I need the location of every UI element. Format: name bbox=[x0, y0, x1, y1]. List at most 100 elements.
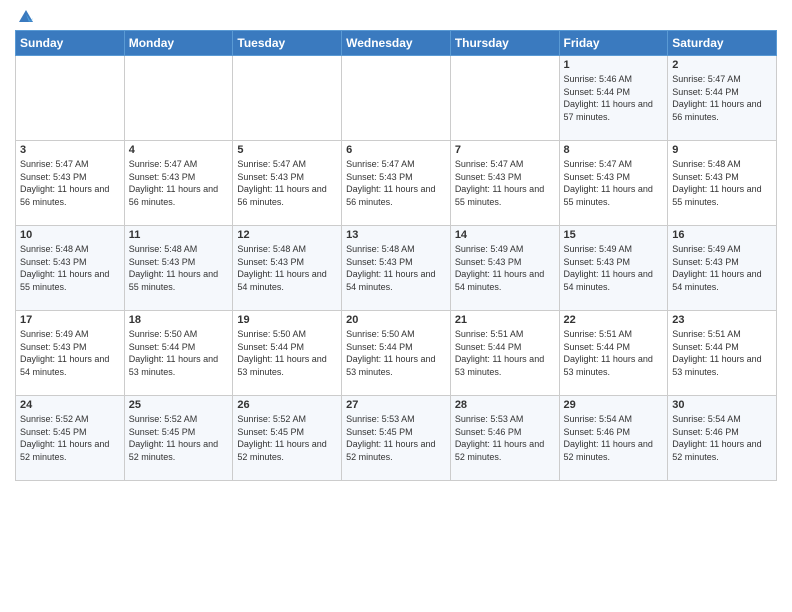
day-info: Sunrise: 5:54 AMSunset: 5:46 PMDaylight:… bbox=[564, 413, 664, 463]
day-info: Sunrise: 5:51 AMSunset: 5:44 PMDaylight:… bbox=[672, 328, 772, 378]
day-number: 5 bbox=[237, 144, 337, 156]
day-number: 28 bbox=[455, 399, 555, 411]
week-row-3: 10 Sunrise: 5:48 AMSunset: 5:43 PMDayligh… bbox=[16, 226, 777, 311]
page-header bbox=[15, 10, 777, 24]
day-number: 17 bbox=[20, 314, 120, 326]
logo bbox=[15, 10, 35, 24]
calendar-cell: 27 Sunrise: 5:53 AMSunset: 5:45 PMDayligh… bbox=[342, 396, 451, 481]
calendar-cell: 25 Sunrise: 5:52 AMSunset: 5:45 PMDayligh… bbox=[124, 396, 233, 481]
day-number: 23 bbox=[672, 314, 772, 326]
calendar-cell: 8 Sunrise: 5:47 AMSunset: 5:43 PMDaylight… bbox=[559, 141, 668, 226]
week-row-1: 1 Sunrise: 5:46 AMSunset: 5:44 PMDaylight… bbox=[16, 56, 777, 141]
calendar-cell: 13 Sunrise: 5:48 AMSunset: 5:43 PMDayligh… bbox=[342, 226, 451, 311]
day-info: Sunrise: 5:50 AMSunset: 5:44 PMDaylight:… bbox=[237, 328, 337, 378]
day-number: 13 bbox=[346, 229, 446, 241]
calendar-table: SundayMondayTuesdayWednesdayThursdayFrid… bbox=[15, 30, 777, 481]
calendar-cell: 10 Sunrise: 5:48 AMSunset: 5:43 PMDayligh… bbox=[16, 226, 125, 311]
header-monday: Monday bbox=[124, 31, 233, 56]
calendar-cell bbox=[233, 56, 342, 141]
calendar-cell: 7 Sunrise: 5:47 AMSunset: 5:43 PMDaylight… bbox=[450, 141, 559, 226]
day-info: Sunrise: 5:48 AMSunset: 5:43 PMDaylight:… bbox=[237, 243, 337, 293]
header-sunday: Sunday bbox=[16, 31, 125, 56]
day-number: 20 bbox=[346, 314, 446, 326]
day-number: 6 bbox=[346, 144, 446, 156]
day-info: Sunrise: 5:53 AMSunset: 5:45 PMDaylight:… bbox=[346, 413, 446, 463]
day-info: Sunrise: 5:52 AMSunset: 5:45 PMDaylight:… bbox=[20, 413, 120, 463]
calendar-cell: 17 Sunrise: 5:49 AMSunset: 5:43 PMDayligh… bbox=[16, 311, 125, 396]
day-number: 7 bbox=[455, 144, 555, 156]
calendar-cell: 28 Sunrise: 5:53 AMSunset: 5:46 PMDayligh… bbox=[450, 396, 559, 481]
day-info: Sunrise: 5:48 AMSunset: 5:43 PMDaylight:… bbox=[672, 158, 772, 208]
day-info: Sunrise: 5:46 AMSunset: 5:44 PMDaylight:… bbox=[564, 73, 664, 123]
calendar-cell: 11 Sunrise: 5:48 AMSunset: 5:43 PMDayligh… bbox=[124, 226, 233, 311]
header-wednesday: Wednesday bbox=[342, 31, 451, 56]
day-info: Sunrise: 5:48 AMSunset: 5:43 PMDaylight:… bbox=[20, 243, 120, 293]
calendar-cell: 3Sunrise: 5:47 AMSunset: 5:43 PMDaylight… bbox=[16, 141, 125, 226]
day-number: 12 bbox=[237, 229, 337, 241]
calendar-cell: 22Sunrise: 5:51 AMSunset: 5:44 PMDayligh… bbox=[559, 311, 668, 396]
day-number: 16 bbox=[672, 229, 772, 241]
calendar-cell: 5 Sunrise: 5:47 AMSunset: 5:43 PMDaylight… bbox=[233, 141, 342, 226]
calendar-cell: 18Sunrise: 5:50 AMSunset: 5:44 PMDayligh… bbox=[124, 311, 233, 396]
day-number: 8 bbox=[564, 144, 664, 156]
header-thursday: Thursday bbox=[450, 31, 559, 56]
day-number: 26 bbox=[237, 399, 337, 411]
day-number: 11 bbox=[129, 229, 229, 241]
day-number: 25 bbox=[129, 399, 229, 411]
header-tuesday: Tuesday bbox=[233, 31, 342, 56]
day-info: Sunrise: 5:47 AMSunset: 5:44 PMDaylight:… bbox=[672, 73, 772, 123]
calendar-cell: 16 Sunrise: 5:49 AMSunset: 5:43 PMDayligh… bbox=[668, 226, 777, 311]
calendar-cell bbox=[450, 56, 559, 141]
day-number: 29 bbox=[564, 399, 664, 411]
day-number: 1 bbox=[564, 59, 664, 71]
day-info: Sunrise: 5:48 AMSunset: 5:43 PMDaylight:… bbox=[346, 243, 446, 293]
calendar-cell: 20 Sunrise: 5:50 AMSunset: 5:44 PMDayligh… bbox=[342, 311, 451, 396]
day-info: Sunrise: 5:52 AMSunset: 5:45 PMDaylight:… bbox=[237, 413, 337, 463]
calendar-cell: 15 Sunrise: 5:49 AMSunset: 5:43 PMDayligh… bbox=[559, 226, 668, 311]
day-info: Sunrise: 5:47 AMSunset: 5:43 PMDaylight:… bbox=[455, 158, 555, 208]
day-info: Sunrise: 5:50 AMSunset: 5:44 PMDaylight:… bbox=[346, 328, 446, 378]
calendar-cell: 12 Sunrise: 5:48 AMSunset: 5:43 PMDayligh… bbox=[233, 226, 342, 311]
day-number: 30 bbox=[672, 399, 772, 411]
day-info: Sunrise: 5:48 AMSunset: 5:43 PMDaylight:… bbox=[129, 243, 229, 293]
calendar-header-row: SundayMondayTuesdayWednesdayThursdayFrid… bbox=[16, 31, 777, 56]
week-row-4: 17 Sunrise: 5:49 AMSunset: 5:43 PMDayligh… bbox=[16, 311, 777, 396]
calendar-cell: 4 Sunrise: 5:47 AMSunset: 5:43 PMDaylight… bbox=[124, 141, 233, 226]
day-number: 18 bbox=[129, 314, 229, 326]
calendar-cell: 6 Sunrise: 5:47 AMSunset: 5:43 PMDaylight… bbox=[342, 141, 451, 226]
calendar-cell bbox=[342, 56, 451, 141]
week-row-2: 3 Sunrise: 5:47 AMSunset: 5:43 PMDaylight… bbox=[16, 141, 777, 226]
calendar-cell: 21Sunrise: 5:51 AMSunset: 5:44 PMDayligh… bbox=[450, 311, 559, 396]
day-info: Sunrise: 5:51 AMSunset: 5:44 PMDaylight:… bbox=[455, 328, 555, 378]
calendar-cell: 24 Sunrise: 5:52 AMSunset: 5:45 PMDayligh… bbox=[16, 396, 125, 481]
day-number: 4 bbox=[129, 144, 229, 156]
day-info: Sunrise: 5:52 AMSunset: 5:45 PMDaylight:… bbox=[129, 413, 229, 463]
calendar-cell bbox=[16, 56, 125, 141]
day-info: Sunrise: 5:47 AMSunset: 5:43 PMDaylight:… bbox=[129, 158, 229, 208]
day-number: 9 bbox=[672, 144, 772, 156]
calendar-cell: 1 Sunrise: 5:46 AMSunset: 5:44 PMDaylight… bbox=[559, 56, 668, 141]
day-info: Sunrise: 5:47 AMSunset: 5:43 PMDaylight:… bbox=[346, 158, 446, 208]
day-number: 10 bbox=[20, 229, 120, 241]
day-info: Sunrise: 5:53 AMSunset: 5:46 PMDaylight:… bbox=[455, 413, 555, 463]
day-number: 15 bbox=[564, 229, 664, 241]
day-info: Sunrise: 5:54 AMSunset: 5:46 PMDaylight:… bbox=[672, 413, 772, 463]
day-number: 14 bbox=[455, 229, 555, 241]
day-info: Sunrise: 5:47 AMSunset: 5:43 PMDaylight:… bbox=[237, 158, 337, 208]
header-friday: Friday bbox=[559, 31, 668, 56]
calendar-cell: 19Sunrise: 5:50 AMSunset: 5:44 PMDayligh… bbox=[233, 311, 342, 396]
day-number: 22 bbox=[564, 314, 664, 326]
header-saturday: Saturday bbox=[668, 31, 777, 56]
day-info: Sunrise: 5:49 AMSunset: 5:43 PMDaylight:… bbox=[564, 243, 664, 293]
day-info: Sunrise: 5:49 AMSunset: 5:43 PMDaylight:… bbox=[672, 243, 772, 293]
calendar-cell: 26 Sunrise: 5:52 AMSunset: 5:45 PMDayligh… bbox=[233, 396, 342, 481]
calendar-cell: 9 Sunrise: 5:48 AMSunset: 5:43 PMDaylight… bbox=[668, 141, 777, 226]
day-info: Sunrise: 5:47 AMSunset: 5:43 PMDaylight:… bbox=[564, 158, 664, 208]
calendar-cell bbox=[124, 56, 233, 141]
day-number: 24 bbox=[20, 399, 120, 411]
day-info: Sunrise: 5:49 AMSunset: 5:43 PMDaylight:… bbox=[20, 328, 120, 378]
day-number: 3 bbox=[20, 144, 120, 156]
calendar-cell: 29 Sunrise: 5:54 AMSunset: 5:46 PMDayligh… bbox=[559, 396, 668, 481]
day-info: Sunrise: 5:49 AMSunset: 5:43 PMDaylight:… bbox=[455, 243, 555, 293]
day-number: 27 bbox=[346, 399, 446, 411]
